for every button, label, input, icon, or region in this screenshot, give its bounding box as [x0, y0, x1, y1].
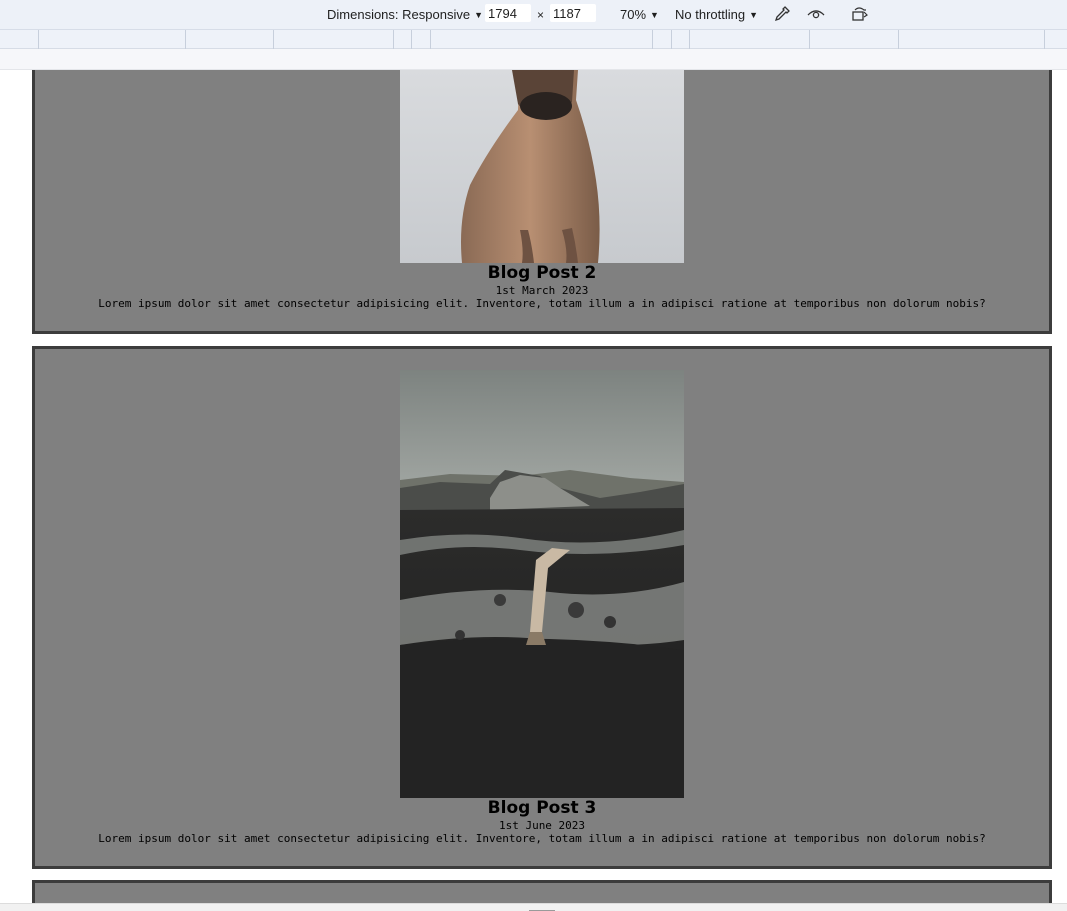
ruler-tick	[898, 30, 899, 49]
dimensions-label: Dimensions: Responsive	[327, 7, 471, 22]
throttling-dropdown[interactable]: No throttling ▼	[675, 0, 758, 29]
dropdown-arrow-icon: ▼	[749, 9, 759, 20]
post-title: Blog Post 2	[487, 263, 597, 283]
zoom-dropdown[interactable]: 70% ▼	[620, 0, 659, 29]
ruler-tick	[1044, 30, 1045, 49]
post-title: Blog Post 3	[487, 798, 597, 818]
post-body: Lorem ipsum dolor sit amet consectetur a…	[98, 297, 986, 310]
ruler-tick	[273, 30, 274, 49]
blog-post-card: Blog Post 3 1st June 2023 Lorem ipsum do…	[32, 346, 1052, 869]
ruler-tick	[671, 30, 672, 49]
page-viewport: Blog Post 2 1st March 2023 Lorem ipsum d…	[0, 70, 1067, 903]
eye-icon[interactable]	[806, 4, 826, 24]
ruler-tick	[809, 30, 810, 49]
dropdown-arrow-icon: ▼	[474, 9, 483, 20]
ruler-tick	[689, 30, 690, 49]
zoom-label: 70%	[620, 7, 647, 22]
post-body: Lorem ipsum dolor sit amet consectetur a…	[98, 832, 986, 845]
viewport-resize-bar[interactable]	[0, 903, 1067, 911]
height-input[interactable]	[550, 4, 596, 22]
width-input[interactable]	[485, 4, 531, 22]
device-toolbar: Dimensions: Responsive ▼ × 70% ▼ No thro…	[0, 0, 1067, 30]
dropdown-arrow-icon: ▼	[650, 9, 659, 20]
ruler-tick	[185, 30, 186, 49]
mountain-bridge-photo	[400, 370, 684, 798]
blog-post-card: Blog Post 2 1st March 2023 Lorem ipsum d…	[32, 70, 1052, 334]
throttling-label: No throttling	[675, 7, 746, 22]
rotate-icon[interactable]	[849, 4, 869, 24]
post-date: 1st March 2023	[495, 284, 589, 297]
ruler-tick	[652, 30, 653, 49]
ruler-tick	[393, 30, 394, 49]
ruler-spacer	[0, 49, 1067, 70]
eyedropper-icon[interactable]	[772, 4, 792, 24]
ruler-tick	[411, 30, 412, 49]
ruler-tick	[430, 30, 431, 49]
post-date: 1st June 2023	[498, 819, 586, 832]
horse-photo	[400, 70, 684, 263]
media-query-ruler[interactable]	[0, 30, 1067, 49]
blog-post-card	[32, 880, 1052, 903]
dimensions-dropdown[interactable]: Dimensions: Responsive ▼	[327, 0, 483, 29]
ruler-tick	[38, 30, 39, 49]
dimension-separator: ×	[537, 7, 545, 22]
